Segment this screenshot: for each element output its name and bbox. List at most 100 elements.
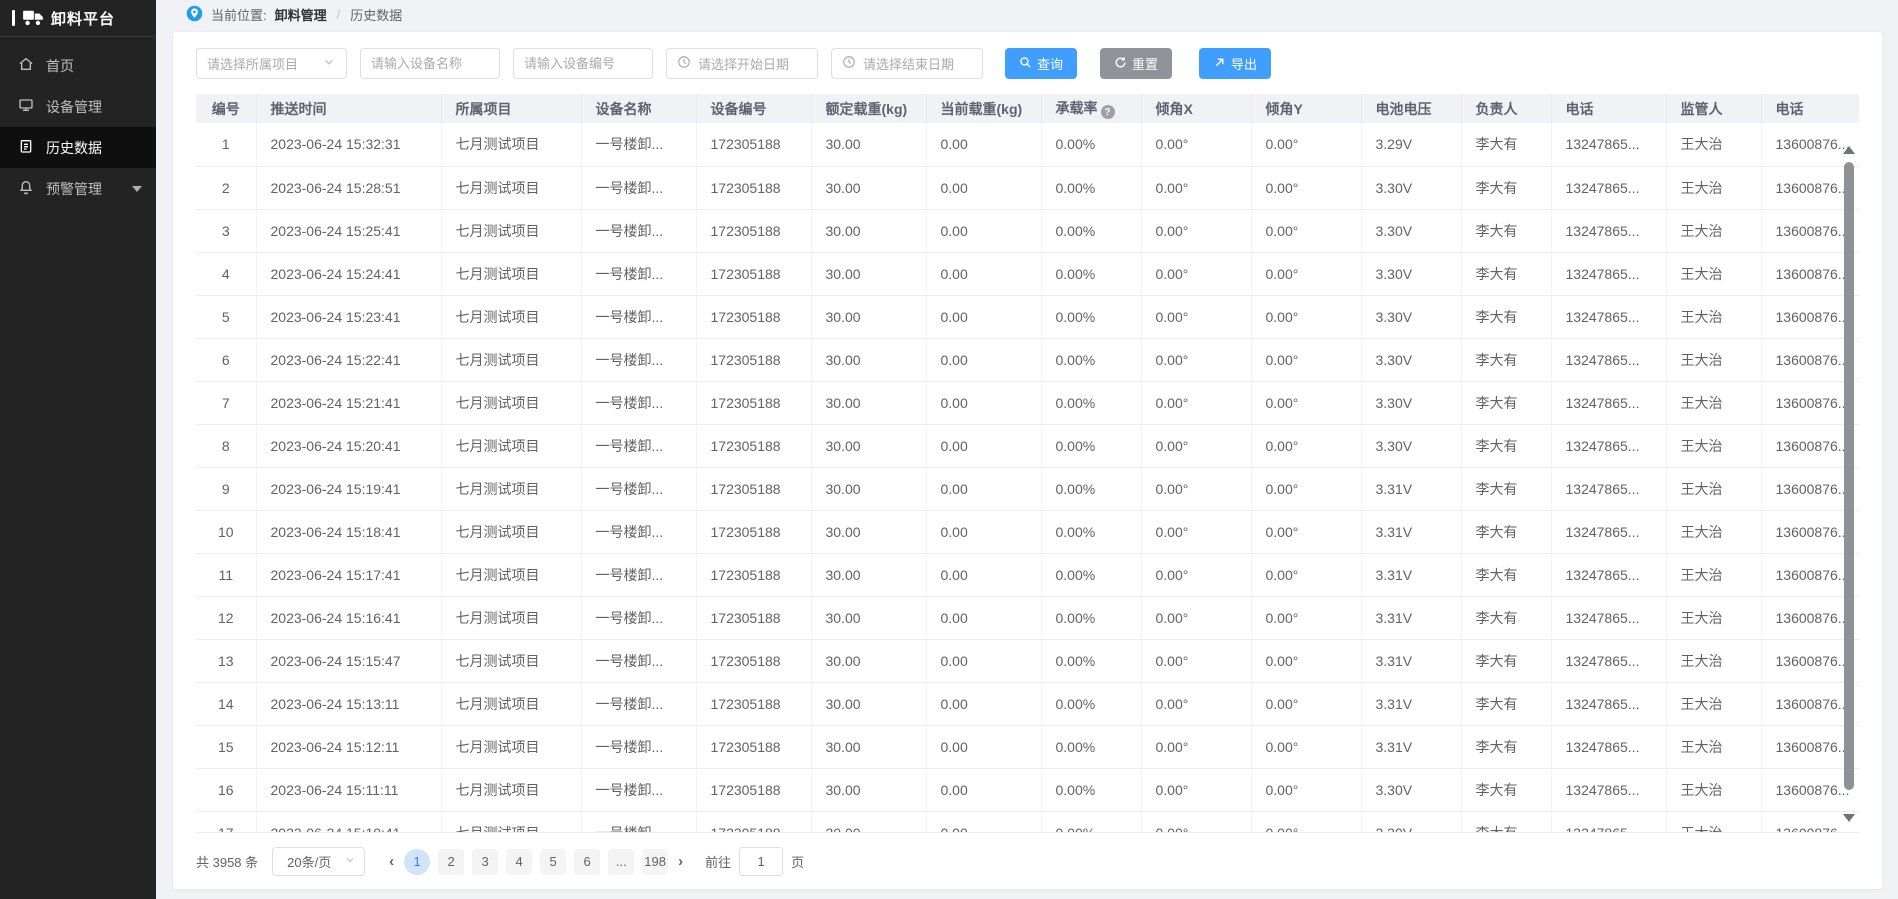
table-row: 132023-06-24 15:15:47七月测试项目一号楼卸...172305… (196, 639, 1859, 682)
table-cell: 一号楼卸... (581, 295, 696, 338)
sidebar-item-history[interactable]: 历史数据 (0, 127, 156, 168)
table-cell: 3.31V (1361, 725, 1461, 768)
table-row: 152023-06-24 15:12:11七月测试项目一号楼卸...172305… (196, 725, 1859, 768)
table-cell: 30.00 (811, 338, 926, 381)
sidebar-item-home[interactable]: 首页 (0, 45, 156, 86)
table-cell: 0.00° (1141, 295, 1251, 338)
column-header: 所属项目 (441, 94, 581, 123)
help-icon[interactable]: ? (1101, 105, 1115, 119)
table-cell: 0.00% (1041, 510, 1141, 553)
goto-page-input[interactable] (739, 847, 783, 876)
page-size-select[interactable]: 20条/页 (272, 847, 365, 876)
export-button-label: 导出 (1231, 54, 1257, 73)
start-date-input[interactable]: 请选择开始日期 (666, 48, 818, 79)
goto-suffix-label: 页 (791, 852, 804, 871)
table-cell: 王大治 (1666, 510, 1761, 553)
page-button-5[interactable]: 5 (540, 849, 566, 875)
table-cell: 0.00° (1141, 768, 1251, 811)
table-cell: 0.00° (1251, 467, 1361, 510)
table-cell: 0.00% (1041, 381, 1141, 424)
table-cell: 0.00% (1041, 424, 1141, 467)
table-cell: 王大治 (1666, 295, 1761, 338)
table-cell: 3.31V (1361, 596, 1461, 639)
prev-page-button[interactable]: ‹ (383, 853, 400, 870)
more-pages-button[interactable]: ... (608, 849, 634, 875)
page-button-4[interactable]: 4 (506, 849, 532, 875)
table-cell: 3.30V (1361, 338, 1461, 381)
table-cell: 3.30V (1361, 768, 1461, 811)
table-cell: 王大治 (1666, 209, 1761, 252)
table-cell: 30.00 (811, 166, 926, 209)
refresh-icon (1114, 56, 1127, 72)
device-code-input[interactable] (524, 56, 642, 71)
table-cell: 0.00° (1141, 553, 1251, 596)
column-header: 当前载重(kg) (926, 94, 1041, 123)
chevron-down-icon (322, 55, 336, 72)
filter-bar: 请选择所属项目 请选择开始日期 请选择结束日期 查询 (196, 48, 1859, 79)
table-cell: 2023-06-24 15:28:51 (256, 166, 441, 209)
device-name-input[interactable] (371, 56, 489, 71)
scrollbar-down-arrow-icon[interactable] (1843, 814, 1855, 822)
table-cell: 0.00% (1041, 123, 1141, 166)
sidebar-item-label: 历史数据 (46, 138, 102, 158)
page-button-1[interactable]: 1 (404, 849, 430, 875)
scrollbar-up-arrow-icon[interactable] (1843, 146, 1855, 154)
sidebar-item-devices[interactable]: 设备管理 (0, 86, 156, 127)
table-cell: 2023-06-24 15:24:41 (256, 252, 441, 295)
table-cell: 172305188 (696, 209, 811, 252)
table-cell: 王大治 (1666, 424, 1761, 467)
table-cell: 一号楼卸... (581, 467, 696, 510)
total-count-label: 共 3958 条 (196, 852, 258, 871)
column-header: 编号 (196, 94, 256, 123)
table-cell: 4 (196, 252, 256, 295)
table-cell: 一号楼卸... (581, 209, 696, 252)
page-button-3[interactable]: 3 (472, 849, 498, 875)
page-button-198[interactable]: 198 (642, 849, 668, 875)
table-cell: 0.00% (1041, 596, 1141, 639)
main-area: 当前位置: 卸料管理 / 历史数据 请选择所属项目 请选择开始日期 请选择结束日… (156, 0, 1898, 899)
table-cell: 0.00 (926, 166, 1041, 209)
page-button-2[interactable]: 2 (438, 849, 464, 875)
column-header: 电话 (1551, 94, 1666, 123)
project-select[interactable]: 请选择所属项目 (196, 48, 347, 79)
table-row: 82023-06-24 15:20:41七月测试项目一号楼卸...1723051… (196, 424, 1859, 467)
page-button-6[interactable]: 6 (574, 849, 600, 875)
table-cell: 李大有 (1461, 467, 1551, 510)
table-cell: 0.00% (1041, 338, 1141, 381)
table-cell: 0.00% (1041, 209, 1141, 252)
table-cell: 七月测试项目 (441, 295, 581, 338)
reset-button[interactable]: 重置 (1100, 48, 1172, 79)
table-row: 12023-06-24 15:32:31七月测试项目一号楼卸...1723051… (196, 123, 1859, 166)
table-cell: 0.00° (1141, 338, 1251, 381)
scrollbar-thumb[interactable] (1844, 162, 1854, 790)
next-page-button[interactable]: › (672, 853, 689, 870)
table-cell: 30.00 (811, 768, 926, 811)
table-cell: 0.00 (926, 338, 1041, 381)
query-button[interactable]: 查询 (1005, 48, 1077, 79)
end-date-input[interactable]: 请选择结束日期 (831, 48, 983, 79)
table-cell: 王大治 (1666, 123, 1761, 166)
table-cell: 30.00 (811, 596, 926, 639)
table-cell: 0.00 (926, 295, 1041, 338)
table-cell: 3.31V (1361, 510, 1461, 553)
table-cell: 3.30V (1361, 424, 1461, 467)
export-button[interactable]: 导出 (1199, 48, 1271, 79)
table-cell: 李大有 (1461, 295, 1551, 338)
table-cell: 0.00° (1141, 123, 1251, 166)
table-cell: 0.00° (1251, 381, 1361, 424)
sidebar-item-alerts[interactable]: 预警管理 (0, 168, 156, 209)
table-cell: 七月测试项目 (441, 424, 581, 467)
breadcrumb-current: 历史数据 (350, 5, 402, 24)
table-cell: 172305188 (696, 596, 811, 639)
table-cell: 30.00 (811, 209, 926, 252)
table-cell: 王大治 (1666, 166, 1761, 209)
table-cell: 172305188 (696, 768, 811, 811)
table-cell: 30.00 (811, 295, 926, 338)
app-title: 卸料平台 (51, 8, 115, 29)
table-cell: 王大治 (1666, 467, 1761, 510)
table-cell: 17 (196, 811, 256, 833)
table-cell: 0.00% (1041, 768, 1141, 811)
table-cell: 0.00 (926, 768, 1041, 811)
column-header: 负责人 (1461, 94, 1551, 123)
table-cell: 13247865... (1551, 381, 1666, 424)
